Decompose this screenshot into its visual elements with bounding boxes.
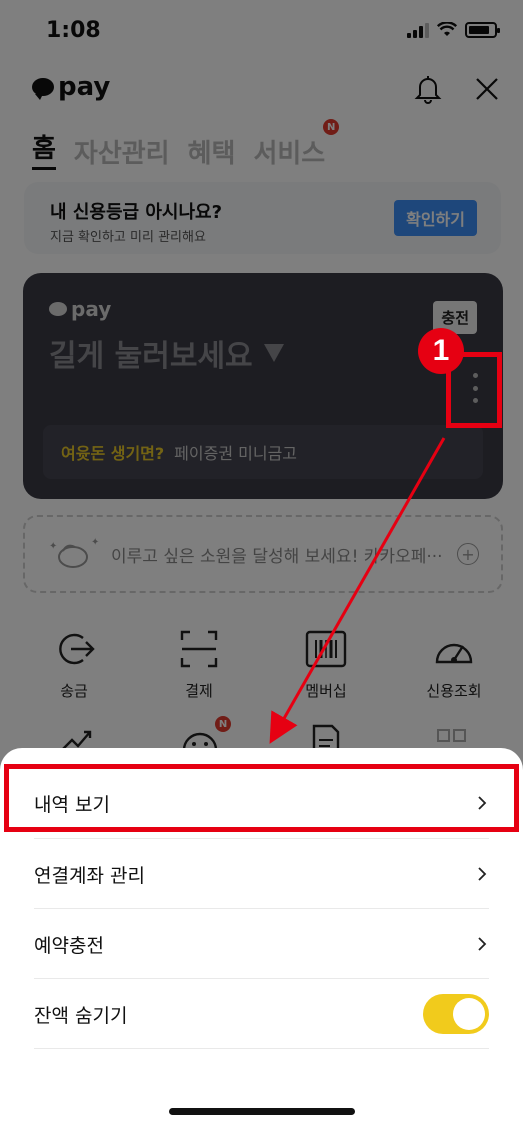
home-indicator <box>169 1108 355 1115</box>
annotation-highlight-history <box>4 764 519 832</box>
sheet-item-scheduled-charge[interactable]: 예약충전 <box>34 909 489 979</box>
sheet-item-label: 잔액 숨기기 <box>34 1004 128 1027</box>
annotation-step-badge: 1 <box>418 328 464 374</box>
chevron-right-icon <box>478 867 487 881</box>
divider <box>34 1048 489 1049</box>
sheet-item-hide-balance: 잔액 숨기기 <box>34 979 489 1049</box>
hide-balance-toggle[interactable] <box>423 994 489 1034</box>
chevron-right-icon <box>478 937 487 951</box>
toggle-knob <box>453 998 485 1030</box>
sheet-item-label: 예약충전 <box>34 934 104 957</box>
sheet-item-label: 연결계좌 관리 <box>34 864 145 887</box>
app-screen: 1:08 pay 홈 자산 <box>0 0 523 1125</box>
sheet-item-linked-account[interactable]: 연결계좌 관리 <box>34 839 489 909</box>
